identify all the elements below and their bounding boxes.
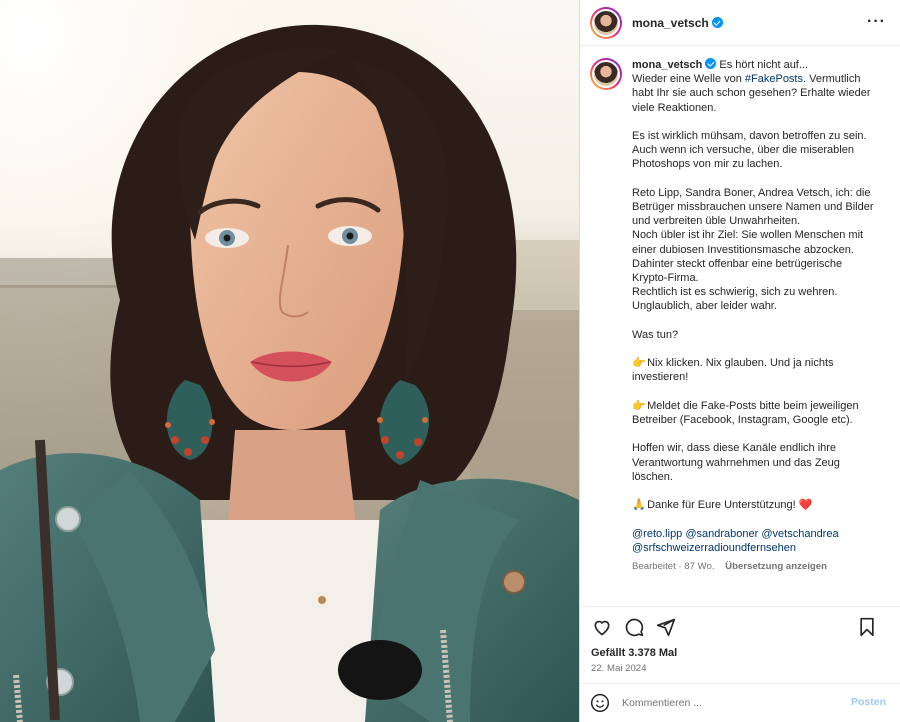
caption-text-span: Danke für Eure Unterstützung! — [647, 499, 796, 512]
caption-paragraph-4: Was tun? — [632, 328, 679, 341]
post-photo[interactable] — [0, 0, 579, 722]
caption-paragraph-2: Es ist wirklich mühsam, davon betroffen … — [632, 130, 867, 171]
caption-avatar-image — [592, 60, 620, 88]
share-icon[interactable] — [655, 616, 677, 638]
caption-paragraph-5: 👉 Nix klicken. Nix glauben. Und ja nicht… — [632, 356, 878, 384]
more-horizontal-icon[interactable]: ··· — [867, 13, 886, 31]
mention-vetschandrea[interactable]: @vetschandrea — [761, 528, 838, 540]
caption-avatar[interactable] — [590, 58, 622, 90]
comment-bar: Kommentieren ... Posten — [580, 683, 900, 722]
verified-badge-icon — [711, 16, 723, 28]
caption-text-span: Meldet die Fake-Posts bitte beim jeweili… — [632, 399, 859, 426]
pointing-hand-icon: 👉 — [632, 399, 646, 412]
caption-paragraph-8: 🙏 Danke für Eure Unterstützung! ❤️ — [632, 498, 878, 512]
header-username[interactable]: mona_vetsch — [632, 16, 723, 30]
post-header: mona_vetsch ··· — [580, 0, 900, 46]
folded-hands-icon: 🙏 — [632, 499, 646, 512]
caption-paragraph-1: Wieder eine Welle von #FakePosts. Vermut… — [632, 72, 878, 115]
mention-reto-lipp[interactable]: @reto.lipp — [632, 528, 682, 540]
post-side-panel: mona_vetsch ··· mona_vetsch Es hört nich… — [579, 0, 900, 722]
caption-text-span: Wieder eine Welle von — [632, 73, 745, 86]
caption-meta: Bearbeitet · 87 Wo. Übersetzung anzeigen — [632, 560, 878, 574]
caption-paragraph-6: 👉 Meldet die Fake-Posts bitte beim jewei… — [632, 399, 878, 427]
caption-intro: Es hört nicht auf... — [719, 59, 809, 71]
hashtag-link[interactable]: #FakePosts — [745, 73, 803, 85]
caption-paragraph-3: Reto Lipp, Sandra Boner, Andrea Vetsch, … — [632, 186, 874, 228]
post-comment-button[interactable]: Posten — [851, 696, 886, 708]
comment-icon[interactable] — [623, 616, 645, 638]
pointing-hand-icon: 👉 — [632, 357, 646, 370]
bookmark-icon[interactable] — [856, 616, 878, 638]
translate-link[interactable]: Übersetzung anzeigen — [725, 561, 827, 572]
caption-username[interactable]: mona_vetsch — [632, 59, 702, 71]
instagram-post: mona_vetsch ··· mona_vetsch Es hört nich… — [0, 0, 900, 722]
caption-text-span: Nix klicken. Nix glauben. Und ja nichts … — [632, 357, 834, 384]
selfie-illustration — [0, 0, 579, 722]
caption-paragraph-3b: Noch übler ist ihr Ziel: Sie wollen Mens… — [632, 229, 864, 256]
avatar-image — [592, 8, 620, 37]
caption-first-line: mona_vetsch Es hört nicht auf... — [632, 58, 878, 72]
avatar[interactable] — [590, 6, 622, 39]
caption-paragraph-7: Hoffen wir, dass diese Kanäle endlich ih… — [632, 442, 840, 483]
caption-paragraph-3c: Dahinter steckt offenbar eine betrügeris… — [632, 257, 843, 285]
post-date[interactable]: 22. Mai 2024 — [580, 663, 900, 683]
edited-label: Bearbeitet · 87 Wo. — [632, 560, 715, 572]
action-bar — [580, 606, 900, 647]
heart-icon[interactable] — [591, 616, 613, 638]
header-username-text[interactable]: mona_vetsch — [632, 16, 709, 30]
caption-area: mona_vetsch Es hört nicht auf... Wieder … — [580, 46, 900, 606]
mention-sandraboner[interactable]: @sandraboner — [685, 528, 758, 540]
likes-count[interactable]: Gefällt 3.378 Mal — [580, 647, 900, 663]
emoji-icon[interactable] — [590, 693, 610, 713]
caption-text: mona_vetsch Es hört nicht auf... Wieder … — [632, 58, 878, 606]
red-heart-icon: ❤️ — [798, 499, 813, 512]
mention-srf[interactable]: @srfschweizerradioundfernsehen — [632, 542, 796, 554]
caption-paragraph-3d: Rechtlich ist es schwierig, sich zu wehr… — [632, 286, 838, 299]
verified-badge-icon — [705, 58, 717, 69]
caption-paragraph-3e: Unglaublich, aber leider wahr. — [632, 300, 777, 313]
caption-mentions: @reto.lipp @sandraboner @vetschandrea @s… — [632, 527, 878, 555]
comment-input[interactable]: Kommentieren ... — [622, 697, 702, 709]
